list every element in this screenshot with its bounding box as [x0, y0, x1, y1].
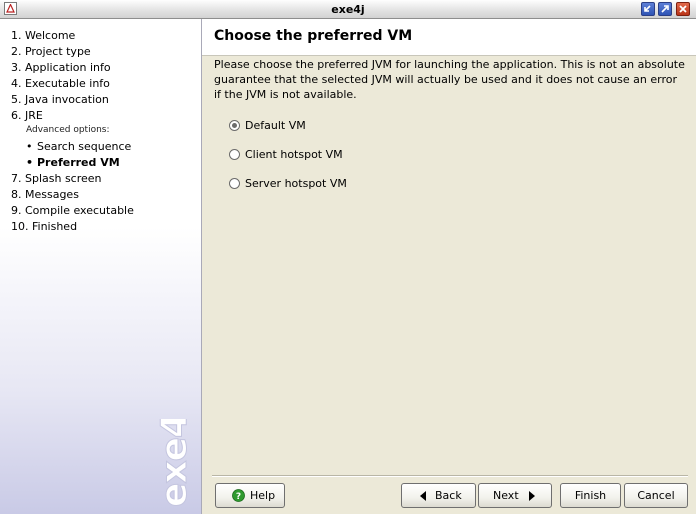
cancel-button[interactable]: Cancel	[624, 483, 688, 508]
step-welcome[interactable]: 1. Welcome	[11, 29, 75, 42]
radio-default-vm-label[interactable]: Default VM	[245, 119, 306, 132]
button-bar-divider	[212, 475, 688, 477]
step-jre[interactable]: 6. JRE	[11, 109, 43, 122]
help-button[interactable]: ? Help	[215, 483, 285, 508]
step-search-sequence-label: Search sequence	[37, 140, 132, 153]
header-panel: Choose the preferred VM	[202, 19, 696, 56]
close-button[interactable]	[676, 2, 690, 16]
main-panel: Choose the preferred VM Please choose th…	[202, 19, 696, 514]
bullet-icon: •	[26, 140, 33, 153]
step-compile-executable[interactable]: 9. Compile executable	[11, 204, 134, 217]
radio-client-hotspot-vm-label[interactable]: Client hotspot VM	[245, 148, 343, 161]
finish-button-label: Finish	[574, 489, 607, 502]
radio-server-hotspot-vm-label[interactable]: Server hotspot VM	[245, 177, 347, 190]
next-button-label: Next	[493, 489, 519, 502]
finish-button[interactable]: Finish	[560, 483, 621, 508]
help-icon: ?	[232, 489, 245, 502]
cancel-button-label: Cancel	[637, 489, 675, 502]
maximize-button[interactable]	[658, 2, 672, 16]
back-button-label: Back	[435, 489, 462, 502]
step-messages[interactable]: 8. Messages	[11, 188, 79, 201]
minimize-button[interactable]	[641, 2, 655, 16]
exe4j-watermark-logo: exe4j	[154, 419, 196, 508]
step-search-sequence[interactable]: • Search sequence	[26, 140, 131, 153]
next-button[interactable]: Next	[478, 483, 552, 508]
step-project-type[interactable]: 2. Project type	[11, 45, 91, 58]
window-title: exe4j	[331, 3, 365, 16]
watermark-text: exe4j	[154, 419, 195, 507]
step-splash-screen[interactable]: 7. Splash screen	[11, 172, 102, 185]
wizard-steps-sidebar: 1. Welcome 2. Project type 3. Applicatio…	[0, 19, 202, 514]
step-application-info[interactable]: 3. Application info	[11, 61, 111, 74]
page-description: Please choose the preferred JVM for laun…	[214, 58, 685, 101]
radio-button-checked[interactable]	[229, 120, 240, 131]
bullet-icon: •	[26, 156, 34, 169]
step-finished[interactable]: 10. Finished	[11, 220, 77, 233]
step-executable-info[interactable]: 4. Executable info	[11, 77, 110, 90]
arrow-right-icon	[529, 491, 535, 501]
svg-text:?: ?	[236, 492, 241, 502]
step-preferred-vm[interactable]: • Preferred VM	[26, 156, 120, 169]
advanced-options-label: Advanced options:	[26, 125, 110, 135]
help-button-label: Help	[250, 489, 276, 502]
step-java-invocation[interactable]: 5. Java invocation	[11, 93, 109, 106]
back-button[interactable]: Back	[401, 483, 476, 508]
arrow-left-icon	[420, 491, 426, 501]
radio-button[interactable]	[229, 178, 240, 189]
page-title: Choose the preferred VM	[214, 28, 413, 44]
title-bar[interactable]: exe4j	[0, 0, 696, 19]
step-preferred-vm-label: Preferred VM	[37, 156, 120, 169]
radio-button[interactable]	[229, 149, 240, 160]
